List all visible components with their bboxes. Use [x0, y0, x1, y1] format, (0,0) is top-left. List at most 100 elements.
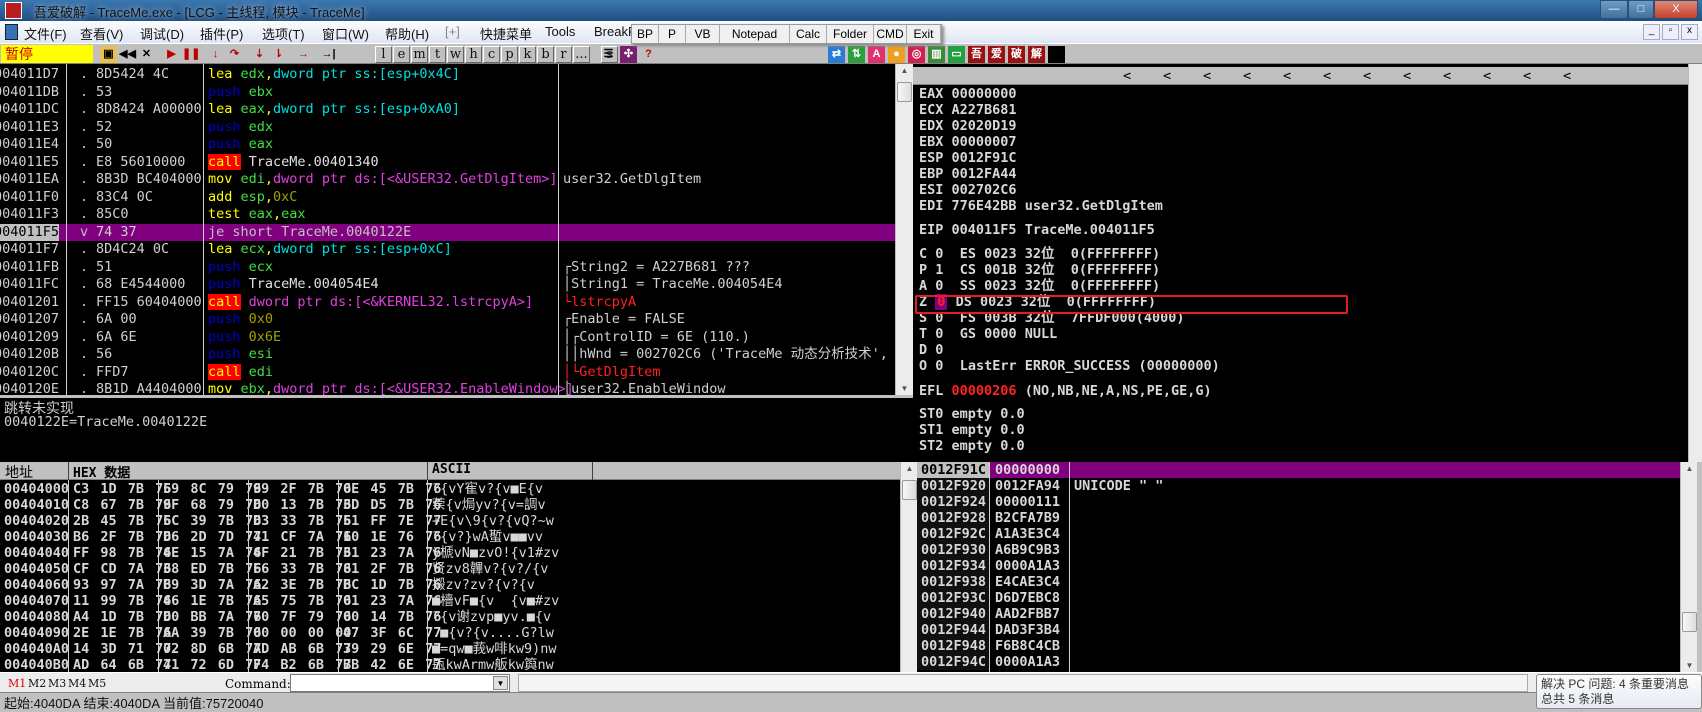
register-row[interactable]: ESI 002702C6 — [919, 182, 1025, 198]
target-icon[interactable]: ◎ — [908, 46, 925, 63]
toolbar-l-button[interactable]: l — [375, 46, 392, 63]
register-value[interactable]: 0012FA44 — [952, 166, 1017, 182]
stack-row[interactable]: 0012F91C 00000000 — [917, 462, 1680, 478]
mdi-close-icon[interactable]: x — [1681, 24, 1698, 40]
disasm-row[interactable]: 0040120C. FFD7 call edi │└GetDlgItem — [0, 363, 895, 382]
toolbar-h-button[interactable]: h — [465, 46, 482, 63]
scroll-down-icon[interactable]: ▼ — [1681, 661, 1698, 670]
list-icon[interactable]: ☰ — [600, 46, 617, 63]
marker-tab-m3[interactable]: M3 — [48, 677, 66, 690]
disasm-row[interactable]: 0040120B. 56 push esi ││hWnd = 002702C6 ('T… — [0, 346, 895, 364]
register-row[interactable]: EDI 776E42BB user32.GetDlgItem — [919, 198, 1163, 214]
plugin-ai-icon[interactable]: 爱 — [988, 46, 1005, 63]
scroll-down-icon[interactable]: ▼ — [896, 384, 913, 393]
disassembly-scrollbar[interactable]: ▲ ▼ — [895, 64, 913, 395]
flag-value[interactable]: 0 — [935, 246, 943, 262]
minimize-button[interactable]: — — [1600, 0, 1628, 19]
dump-row[interactable]: 00404080 A4 1D 7B 76 D0 BB 7A 76 70 7F 79 7… — [0, 609, 900, 625]
flag-value[interactable]: 0 — [935, 278, 943, 294]
black-icon[interactable] — [1048, 46, 1065, 63]
dump-row[interactable]: 00404050 CF CD 7A 76 38 ED 7B 76 F6 33 7B 7… — [0, 561, 900, 577]
collapse-arrow-icon[interactable]: < — [1243, 67, 1251, 85]
toolbar-c-button[interactable]: c — [483, 46, 500, 63]
stack-row[interactable]: 0012F94C 0000A1A3 — [917, 654, 1680, 670]
register-row[interactable]: EDX 02020D19 — [919, 118, 1025, 134]
menu-item[interactable]: 快捷菜单 — [480, 24, 532, 43]
collapse-arrow-icon[interactable]: < — [1163, 67, 1171, 85]
register-value[interactable]: 02020D19 — [952, 118, 1017, 134]
scroll-up-icon[interactable]: ▲ — [896, 66, 913, 75]
help-icon[interactable]: ? — [640, 46, 657, 63]
dump-row[interactable]: 00404070 11 99 7B 76 46 1E 7B 76 A5 75 7B 7… — [0, 593, 900, 609]
toolbar-k-button[interactable]: k — [519, 46, 536, 63]
quick-launch-p-button[interactable]: P — [659, 25, 686, 43]
disasm-row[interactable]: 004011E4. 50 push eax — [0, 136, 895, 154]
registers-header[interactable]: 寄存器 (FPU) < < < < < < < < < < < < — [913, 67, 1688, 102]
step-over-icon[interactable]: ↷ — [226, 46, 243, 63]
dump-header-hex[interactable]: HEX 数据 — [73, 462, 130, 481]
register-value[interactable]: 00000000 — [952, 86, 1017, 102]
dump-row[interactable]: 00404060 93 97 7A 76 B9 3D 7A 76 A2 3E 7B 7… — [0, 577, 900, 593]
disasm-row[interactable]: 00401207. 6A 00 push 0x0 ┌Enable = FALSE — [0, 311, 895, 329]
stack-value[interactable]: 00000111 — [995, 494, 1060, 510]
command-dropdown-icon[interactable]: ▼ — [493, 676, 508, 690]
disasm-row[interactable]: 00401201. FF15 60404000 call dword ptr ds:… — [0, 293, 895, 312]
toolbar-w-button[interactable]: w — [447, 46, 464, 63]
plugin-po-icon[interactable]: 破 — [1008, 46, 1025, 63]
scroll-thumb[interactable] — [1682, 612, 1697, 632]
stack-row[interactable]: 0012F93C D6D7EBC8 — [917, 590, 1680, 606]
stack-value[interactable]: AAD2FBB7 — [995, 606, 1060, 622]
stack-row[interactable]: 0012F924 00000111 — [917, 494, 1680, 510]
dump-row[interactable]: 00404010 C8 67 7B 76 9F 68 79 76 D0 13 7B 7… — [0, 497, 900, 513]
plugin-icon[interactable]: ✣ — [620, 46, 637, 63]
dump-row[interactable]: 00404000 C3 1D 7B 76 59 8C 79 76 99 2F 7B 7… — [0, 481, 900, 497]
dump-row[interactable]: 00404030 B6 2F 7B 76 D6 2D 7D 77 41 CF 7A 7… — [0, 529, 900, 545]
step-into-icon[interactable]: ↓ — [207, 46, 224, 63]
register-row-eip[interactable]: EIP 004011F5 TraceMe.004011F5 — [919, 222, 1163, 238]
stack-scrollbar[interactable]: ▲ ▼ — [1680, 462, 1697, 672]
dump-header-ascii[interactable]: ASCII — [432, 462, 471, 477]
disasm-row[interactable]: 004011F5 v 74 37 je short TraceMe.0040122E — [0, 223, 895, 241]
flag-row[interactable]: P 1 CS 001B 32位 0(FFFFFFFF) — [919, 262, 1160, 278]
collapse-arrow-icon[interactable]: < — [1323, 67, 1331, 85]
register-row[interactable]: EBX 00000007 — [919, 134, 1025, 150]
stack-pane[interactable]: 0012F91C 00000000 0012F920 0012FA94 UNICODE … — [917, 462, 1680, 672]
flag-value[interactable]: 1 — [935, 262, 943, 278]
quick-launch-bp-button[interactable]: BP — [632, 25, 659, 43]
fpu-register[interactable]: ST2 empty 0.0 — [919, 438, 1025, 454]
flag-value[interactable]: 0 — [935, 358, 943, 374]
stack-value[interactable]: E4CAE3C4 — [995, 574, 1060, 590]
disasm-row[interactable]: 004011E5. E8 56010000 call TraceMe.0040134… — [0, 153, 895, 172]
flag-row[interactable]: A 0 SS 0023 32位 0(FFFFFFFF) — [919, 278, 1160, 294]
quick-launch-cmd-button[interactable]: CMD — [874, 25, 907, 43]
disasm-row[interactable]: 004011E3. 52 push edx — [0, 119, 895, 137]
quick-launch-vb-button[interactable]: VB — [686, 25, 720, 43]
swap-icon[interactable]: ⇄ — [828, 46, 845, 63]
stack-value[interactable]: DAD3F3B4 — [995, 622, 1060, 638]
dump-scrollbar[interactable]: ▲ — [900, 462, 917, 672]
stack-value[interactable]: A1A3E3C4 — [995, 526, 1060, 542]
stack-row[interactable]: 0012F948 F6B8C4CB — [917, 638, 1680, 654]
close-program-icon[interactable]: ✕ — [138, 46, 155, 63]
collapse-arrow-icon[interactable]: < — [1523, 67, 1531, 85]
stack-row[interactable]: 0012F934 0000A1A3 — [917, 558, 1680, 574]
menu-item[interactable]: 插件(P) — [200, 24, 243, 43]
record-icon[interactable]: ● — [888, 46, 905, 63]
menu-item[interactable]: 窗口(W) — [322, 24, 369, 43]
stack-value[interactable]: 00000000 — [995, 462, 1060, 478]
disasm-row[interactable]: 004011EA. 8B3D BC404000 mov edi,dword ptr … — [0, 171, 895, 189]
flag-row[interactable]: D 0 — [919, 342, 960, 358]
flag-row[interactable]: O 0 LastErr ERROR_SUCCESS (00000000) — [919, 358, 1220, 374]
toolbar-t-button[interactable]: t — [429, 46, 446, 63]
plugin-wu-icon[interactable]: 吾 — [968, 46, 985, 63]
disasm-row[interactable]: 004011DC. 8D8424 A0000000 lea eax,dword pt… — [0, 101, 895, 119]
toolbar-r-button[interactable]: r — [555, 46, 572, 63]
collapse-arrow-icon[interactable]: < — [1483, 67, 1491, 85]
disasm-row[interactable]: 004011DB. 53 push ebx — [0, 84, 895, 102]
flag-row[interactable]: C 0 ES 0023 32位 0(FFFFFFFF) — [919, 246, 1160, 262]
collapse-arrow-icon[interactable]: < — [1283, 67, 1291, 85]
hex-dump-pane[interactable]: 地址 HEX 数据 ASCII 00404000 C3 1D 7B 76 59 8C… — [0, 462, 900, 672]
scroll-thumb[interactable] — [897, 82, 912, 102]
marker-tab-m2[interactable]: M2 — [28, 677, 46, 690]
menu-item[interactable]: Tools — [545, 24, 575, 39]
